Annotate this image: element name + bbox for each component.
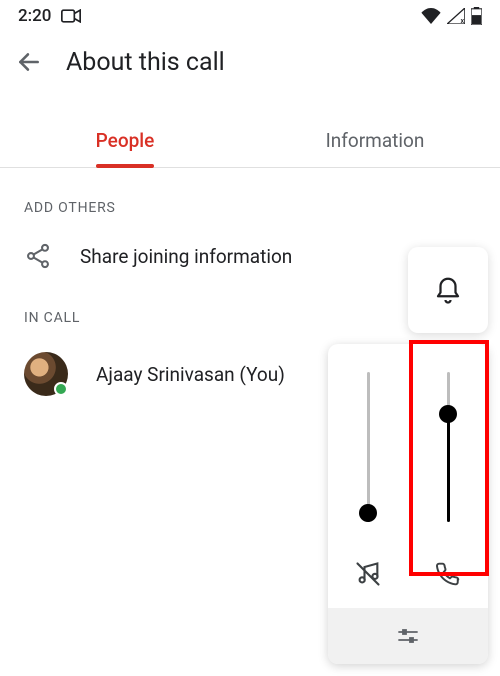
volume-settings-button[interactable] [328,608,488,664]
presence-dot [54,382,68,396]
page-title: About this call [66,48,225,77]
call-volume-slider[interactable] [408,368,488,608]
status-bar: 2:20 x [0,0,500,32]
tab-information[interactable]: Information [250,114,500,167]
clock-time: 2:20 [18,6,51,26]
tab-people-label: People [96,129,155,152]
top-bar: About this call [0,32,500,92]
back-icon[interactable] [16,49,42,75]
signal-icon: x [447,8,465,24]
share-icon [24,242,52,270]
sliders-icon [396,624,420,648]
battery-icon [471,7,482,25]
wifi-icon [421,8,441,24]
participant-name: Ajaay Srinivasan (You) [96,363,285,386]
tab-information-label: Information [326,129,425,152]
svg-text:x: x [460,16,464,24]
volume-panel [328,344,488,664]
avatar [24,352,68,396]
media-volume-slider[interactable] [328,368,408,608]
tabs: People Information [0,114,500,168]
notification-button[interactable] [408,247,488,333]
tab-people[interactable]: People [0,114,250,167]
add-others-label: ADD OTHERS [24,200,476,216]
share-label: Share joining information [80,245,292,268]
bell-icon [433,275,463,305]
phone-icon [435,556,461,592]
camera-icon [61,9,81,23]
music-off-icon [354,556,382,592]
